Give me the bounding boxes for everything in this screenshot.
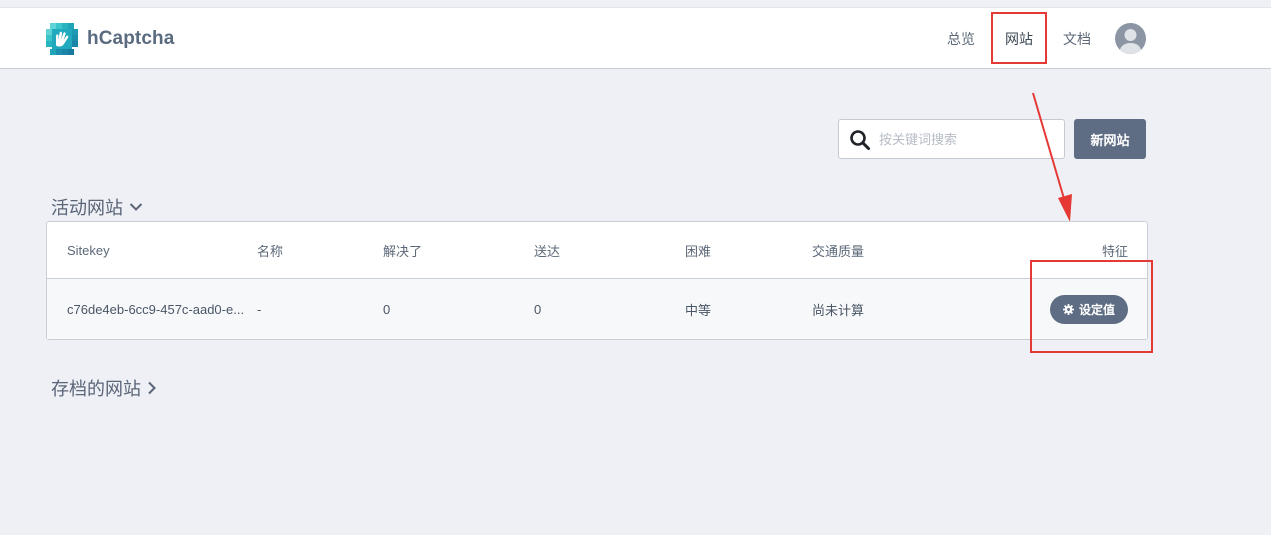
hcaptcha-hand-logo-icon xyxy=(46,23,78,55)
active-sites-table: Sitekey 名称 解决了 送达 困难 交通质量 特征 c76de4eb-6c… xyxy=(46,221,1148,340)
column-header-name: 名称 xyxy=(257,244,284,259)
archived-sites-title: 存档的网站 xyxy=(51,379,141,399)
table-row[interactable]: c76de4eb-6cc9-457c-aad0-e... - 0 0 中等 尚未… xyxy=(47,279,1147,339)
user-silhouette-icon xyxy=(1119,29,1142,54)
row-traffic-quality: 尚未计算 xyxy=(812,302,865,318)
site-settings-button[interactable]: 设定值 xyxy=(1050,295,1128,324)
column-header-sitekey: Sitekey xyxy=(67,243,110,258)
row-solved: 0 xyxy=(383,301,391,317)
nav-docs[interactable]: 文档 xyxy=(1063,8,1091,69)
browser-top-strip xyxy=(0,0,1271,8)
table-header: Sitekey 名称 解决了 送达 困难 交通质量 特征 xyxy=(47,222,1147,279)
new-site-button[interactable]: 新网站 xyxy=(1074,119,1146,159)
app-logo[interactable]: hCaptcha xyxy=(46,23,174,55)
nav-overview[interactable]: 总览 xyxy=(947,8,975,69)
chevron-down-icon xyxy=(129,203,143,211)
gear-icon xyxy=(1062,304,1074,315)
chevron-right-icon xyxy=(148,381,156,395)
site-settings-label: 设定值 xyxy=(1078,303,1115,317)
column-header-features: 特征 xyxy=(1101,244,1128,259)
app-name: hCaptcha xyxy=(87,28,175,49)
row-name: - xyxy=(257,301,262,317)
archived-sites-toggle[interactable]: 存档的网站 xyxy=(51,375,157,401)
column-header-traffic-quality: 交通质量 xyxy=(812,244,865,259)
user-avatar-icon[interactable] xyxy=(1115,23,1146,54)
search-input[interactable] xyxy=(879,128,1057,150)
nav-sites[interactable]: 网站 xyxy=(1005,8,1033,69)
column-header-delivered: 送达 xyxy=(534,244,561,259)
column-header-solved: 解决了 xyxy=(383,244,423,259)
search-box[interactable] xyxy=(838,119,1065,159)
column-header-difficulty: 困难 xyxy=(685,244,712,259)
search-icon xyxy=(850,130,870,150)
top-navbar: hCaptcha 总览 网站 文档 xyxy=(0,8,1271,69)
row-sitekey[interactable]: c76de4eb-6cc9-457c-aad0-e... xyxy=(67,279,244,339)
row-delivered: 0 xyxy=(534,301,542,317)
active-sites-title: 活动网站 xyxy=(51,198,123,218)
row-difficulty: 中等 xyxy=(685,302,712,318)
active-sites-toggle[interactable]: 活动网站 xyxy=(51,194,143,220)
